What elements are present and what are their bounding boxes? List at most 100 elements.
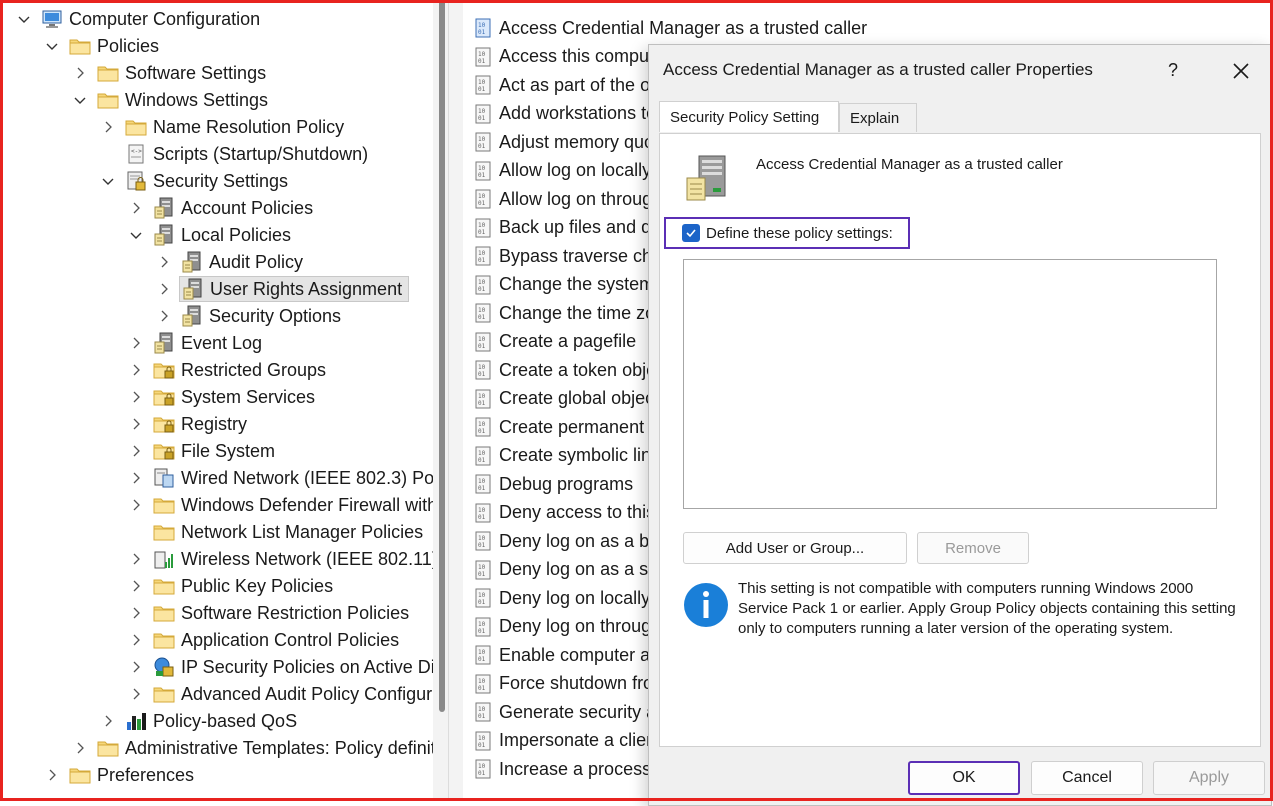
- tree-expander[interactable]: [71, 60, 89, 86]
- tree-expander[interactable]: [127, 492, 145, 518]
- tree-node-software-settings[interactable]: Software Settings: [97, 60, 266, 86]
- tree-node-system-services[interactable]: System Services: [153, 384, 315, 410]
- tree-node-policy-based-qos[interactable]: Policy-based QoS: [125, 708, 297, 734]
- tree-scrollbar-thumb[interactable]: [439, 0, 445, 712]
- tree-node-registry[interactable]: Registry: [153, 411, 247, 437]
- tree-node-windows-settings[interactable]: Windows Settings: [97, 87, 268, 113]
- tree-expander[interactable]: [43, 762, 61, 788]
- policy-list-item[interactable]: 10 01 Create symbolic link: [473, 442, 660, 470]
- policy-list-item[interactable]: 10 01 Force shutdown fro: [473, 670, 653, 698]
- tree-node-policies[interactable]: Policies: [69, 33, 159, 59]
- policy-list-item[interactable]: 10 01 Deny log on throug: [473, 613, 651, 641]
- tree-node-preferences[interactable]: Preferences: [69, 762, 194, 788]
- tree-expander[interactable]: [99, 168, 117, 194]
- chevron-down-icon: [130, 232, 142, 239]
- tree-node-software-restriction-policies[interactable]: Software Restriction Policies: [153, 600, 409, 626]
- policy-list-item[interactable]: 10 01 Generate security au: [473, 698, 666, 726]
- policy-list-item[interactable]: 10 01 Deny log on as a se: [473, 556, 658, 584]
- tree-node-scripts-startup-shutdown[interactable]: <-> Scripts (Startup/Shutdown): [125, 141, 368, 167]
- policy-list-item[interactable]: 10 01 Deny log on locally: [473, 584, 650, 612]
- pane-splitter[interactable]: [448, 0, 463, 801]
- policy-list-item[interactable]: 10 01 Allow log on locally: [473, 157, 651, 185]
- tree-node-public-key-policies[interactable]: Public Key Policies: [153, 573, 333, 599]
- policy-list-item[interactable]: 10 01 Debug programs: [473, 470, 633, 498]
- policy-list-item[interactable]: 10 01 Impersonate a clien: [473, 727, 656, 755]
- tree-node-windows-defender-firewall-with[interactable]: Windows Defender Firewall with: [153, 492, 433, 518]
- policy-list-item[interactable]: 10 01 Change the time zo: [473, 299, 655, 327]
- policy-list-item[interactable]: 10 01 Access this compute: [473, 43, 664, 71]
- tree-node-file-system[interactable]: File System: [153, 438, 275, 464]
- tree-expander[interactable]: [15, 6, 33, 32]
- tree-expander[interactable]: [155, 303, 173, 329]
- tree-expander[interactable]: [127, 195, 145, 221]
- tree-expander[interactable]: [127, 546, 145, 572]
- apply-button[interactable]: Apply: [1153, 761, 1265, 795]
- tree-node-ip-security-policies-on-active-dir[interactable]: IP Security Policies on Active Dir: [153, 654, 433, 680]
- tree-node-security-options[interactable]: Security Options: [181, 303, 341, 329]
- tab-security-policy-setting[interactable]: Security Policy Setting: [659, 101, 839, 132]
- tree-node-name-resolution-policy[interactable]: Name Resolution Policy: [125, 114, 344, 140]
- tree-expander[interactable]: [127, 411, 145, 437]
- tree-expander[interactable]: [127, 627, 145, 653]
- policy-list-item[interactable]: 10 01 Increase a process w: [473, 755, 669, 783]
- policy-list-item[interactable]: 10 01 Act as part of the op: [473, 71, 660, 99]
- define-policy-checkbox[interactable]: [682, 224, 700, 242]
- tree-node-event-log[interactable]: Event Log: [153, 330, 262, 356]
- policy-list-item[interactable]: 10 01 Enable computer ar: [473, 641, 656, 669]
- policy-list-item[interactable]: 10 01 Back up files and di: [473, 214, 655, 242]
- policy-list-item[interactable]: 10 01 Create permanent s: [473, 413, 658, 441]
- policy-list-item[interactable]: 10 01 Deny access to this: [473, 499, 655, 527]
- cancel-button[interactable]: Cancel: [1031, 761, 1143, 795]
- policy-list-item-label: Create global objec: [499, 388, 655, 408]
- policy-list-item[interactable]: 10 01 Bypass traverse che: [473, 242, 662, 270]
- members-listbox[interactable]: [683, 259, 1217, 509]
- help-button[interactable]: ?: [1160, 57, 1186, 83]
- policy-list-item[interactable]: 10 01 Access Credential Manager as a trust…: [473, 14, 867, 42]
- policy-list-item[interactable]: 10 01 Create a token obje: [473, 356, 656, 384]
- tree-expander[interactable]: [127, 384, 145, 410]
- policy-list-item[interactable]: 10 01 Adjust memory quo: [473, 128, 654, 156]
- tab-explain[interactable]: Explain: [839, 103, 917, 132]
- policy-list-item[interactable]: 10 01 Create a pagefile: [473, 328, 636, 356]
- tree-node-local-policies[interactable]: Local Policies: [153, 222, 291, 248]
- policy-binary-icon: 10 01: [473, 332, 493, 352]
- tree-expander[interactable]: [127, 357, 145, 383]
- tree-expander[interactable]: [127, 681, 145, 707]
- tree-expander[interactable]: [127, 573, 145, 599]
- tree-node-security-settings[interactable]: Security Settings: [125, 168, 288, 194]
- policy-list-item[interactable]: 10 01 Create global objec: [473, 385, 654, 413]
- tree-node-computer-configuration[interactable]: Computer Configuration: [41, 6, 260, 32]
- tree-node-restricted-groups[interactable]: Restricted Groups: [153, 357, 326, 383]
- tree-expander[interactable]: [155, 276, 173, 302]
- tree-expander[interactable]: [155, 249, 173, 275]
- tree-expander[interactable]: [99, 708, 117, 734]
- tree-node-advanced-audit-policy-configur[interactable]: Advanced Audit Policy Configur: [153, 681, 432, 707]
- tree-expander[interactable]: [43, 33, 61, 59]
- tree-node-user-rights-assignment[interactable]: User Rights Assignment: [179, 276, 410, 302]
- tree-expander[interactable]: [71, 735, 89, 761]
- tree-expander[interactable]: [99, 114, 117, 140]
- policy-list-item[interactable]: 10 01 Allow log on throug: [473, 185, 652, 213]
- ok-button[interactable]: OK: [908, 761, 1020, 795]
- tree-node-application-control-policies[interactable]: Application Control Policies: [153, 627, 399, 653]
- tree-expander[interactable]: [127, 465, 145, 491]
- tree-expander[interactable]: [127, 600, 145, 626]
- policy-list-item[interactable]: 10 01 Add workstations to: [473, 100, 656, 128]
- define-policy-label[interactable]: Define these policy settings:: [706, 225, 893, 242]
- tree-expander[interactable]: [127, 330, 145, 356]
- policy-list-item[interactable]: 10 01 Deny log on as a ba: [473, 527, 659, 555]
- policy-list-item[interactable]: 10 01 Change the system: [473, 271, 654, 299]
- remove-button[interactable]: Remove: [917, 532, 1029, 564]
- tree-expander[interactable]: [71, 87, 89, 113]
- tree-expander[interactable]: [127, 438, 145, 464]
- tree-node-network-list-manager-policies[interactable]: Network List Manager Policies: [153, 519, 423, 545]
- tree-node-wired-network-ieee-802-3-polic[interactable]: Wired Network (IEEE 802.3) Polic: [153, 465, 433, 491]
- close-button[interactable]: [1226, 56, 1256, 86]
- tree-expander[interactable]: [127, 222, 145, 248]
- tree-node-wireless-network-ieee-802-11-p[interactable]: Wireless Network (IEEE 802.11) P: [153, 546, 433, 572]
- tree-node-audit-policy[interactable]: Audit Policy: [181, 249, 303, 275]
- tree-node-account-policies[interactable]: Account Policies: [153, 195, 313, 221]
- add-user-or-group-button[interactable]: Add User or Group...: [683, 532, 907, 564]
- tree-expander[interactable]: [127, 654, 145, 680]
- tree-node-administrative-templates-policy-definit[interactable]: Administrative Templates: Policy definit: [97, 735, 433, 761]
